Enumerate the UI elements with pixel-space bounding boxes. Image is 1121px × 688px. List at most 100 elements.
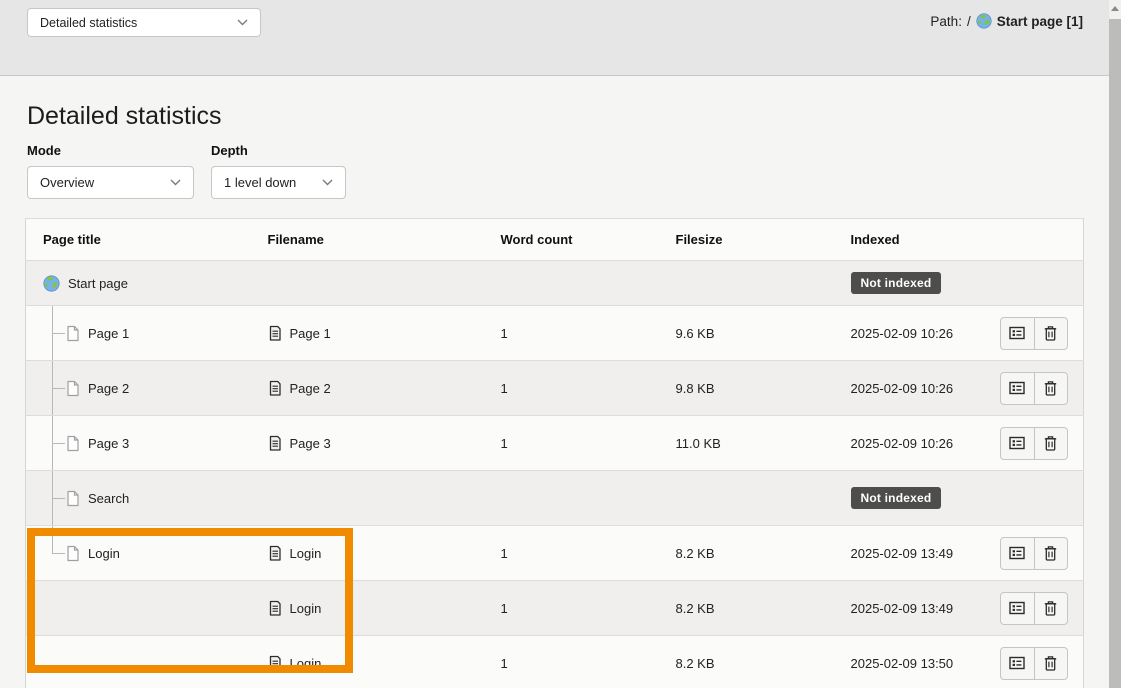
tree-connector bbox=[52, 416, 65, 470]
statistics-table: Page title Filename Word count Filesize … bbox=[25, 218, 1084, 688]
page-title-text: Page 1 bbox=[88, 326, 129, 341]
filename-text: Login bbox=[290, 656, 322, 671]
depth-select-value: 1 level down bbox=[224, 175, 296, 190]
filesize-value: 9.8 KB bbox=[659, 361, 834, 416]
word-count-value: 1 bbox=[484, 416, 659, 471]
delete-button[interactable] bbox=[1034, 318, 1067, 349]
delete-button[interactable] bbox=[1034, 428, 1067, 459]
filename-text: Login bbox=[290, 601, 322, 616]
table-row-login-3: Login 1 8.2 KB 2025-02-09 13:50 bbox=[26, 636, 1084, 688]
tree-connector bbox=[52, 361, 65, 415]
filesize-value: 11.0 KB bbox=[659, 416, 834, 471]
page-icon bbox=[66, 490, 80, 507]
details-button[interactable] bbox=[1001, 593, 1034, 624]
word-count-value: 1 bbox=[484, 636, 659, 688]
filename-text: Page 3 bbox=[290, 436, 331, 451]
table-row-page-3: Page 3 Page 3 1 11.0 KB 2025-02-09 10:26 bbox=[26, 416, 1084, 471]
depth-select[interactable]: 1 level down bbox=[211, 166, 346, 199]
breadcrumb-separator: / bbox=[967, 14, 971, 29]
app-window: Detailed statistics Path: / Start page [… bbox=[0, 0, 1121, 688]
table-row-page-2: Page 2 Page 2 1 9.8 KB 2025-02-09 10:26 bbox=[26, 361, 1084, 416]
filesize-value: 9.6 KB bbox=[659, 306, 834, 361]
page-icon bbox=[66, 435, 80, 452]
indexed-value: 2025-02-09 13:50 bbox=[834, 636, 992, 688]
word-count-value: 1 bbox=[484, 526, 659, 581]
page-title-text: Page 2 bbox=[88, 381, 129, 396]
not-indexed-badge: Not indexed bbox=[851, 272, 942, 294]
filename-text: Login bbox=[290, 546, 322, 561]
scroll-up-button[interactable] bbox=[1109, 0, 1121, 17]
page-icon bbox=[66, 380, 80, 397]
page-title-text: Start page bbox=[68, 276, 128, 291]
column-header-word-count: Word count bbox=[484, 219, 659, 261]
depth-label: Depth bbox=[211, 143, 248, 158]
page-icon bbox=[66, 545, 80, 562]
page-title-text: Search bbox=[88, 491, 129, 506]
word-count-value: 1 bbox=[484, 581, 659, 636]
delete-button[interactable] bbox=[1034, 648, 1067, 679]
details-button[interactable] bbox=[1001, 538, 1034, 569]
column-header-filename: Filename bbox=[251, 219, 484, 261]
statistics-nav-select[interactable]: Detailed statistics bbox=[27, 8, 261, 37]
table-header-row: Page title Filename Word count Filesize … bbox=[26, 219, 1084, 261]
row-actions bbox=[1000, 427, 1068, 460]
page-title: Detailed statistics bbox=[27, 100, 222, 132]
table-row-login-2: Login 1 8.2 KB 2025-02-09 13:49 bbox=[26, 581, 1084, 636]
details-button[interactable] bbox=[1001, 318, 1034, 349]
scrollbar[interactable] bbox=[1109, 0, 1121, 688]
details-button[interactable] bbox=[1001, 428, 1034, 459]
column-header-page-title: Page title bbox=[26, 219, 251, 261]
file-icon bbox=[268, 600, 282, 617]
mode-select[interactable]: Overview bbox=[27, 166, 194, 199]
indexed-value: 2025-02-09 10:26 bbox=[834, 416, 992, 471]
row-actions bbox=[1000, 592, 1068, 625]
file-icon bbox=[268, 435, 282, 452]
filename-text: Page 1 bbox=[290, 326, 331, 341]
delete-button[interactable] bbox=[1034, 538, 1067, 569]
file-icon bbox=[268, 380, 282, 397]
tree-connector bbox=[52, 471, 65, 525]
filename-text: Page 2 bbox=[290, 381, 331, 396]
row-actions bbox=[1000, 537, 1068, 570]
details-button[interactable] bbox=[1001, 648, 1034, 679]
indexed-value: 2025-02-09 13:49 bbox=[834, 581, 992, 636]
table-row-search: Search Not indexed bbox=[26, 471, 1084, 526]
globe-icon bbox=[43, 275, 60, 292]
table-row-page-1: Page 1 Page 1 1 9.6 KB 2025-02-09 10:26 bbox=[26, 306, 1084, 361]
table-row-start-page: Start page Not indexed bbox=[26, 261, 1084, 306]
filesize-value: 8.2 KB bbox=[659, 636, 834, 688]
globe-icon bbox=[976, 13, 992, 29]
word-count-value: 1 bbox=[484, 306, 659, 361]
tree-connector bbox=[52, 526, 65, 580]
column-header-indexed: Indexed bbox=[834, 219, 992, 261]
scrollbar-thumb[interactable] bbox=[1109, 19, 1121, 688]
file-icon bbox=[268, 655, 282, 672]
details-button[interactable] bbox=[1001, 373, 1034, 404]
page-title-text: Login bbox=[88, 546, 120, 561]
page-title-text: Page 3 bbox=[88, 436, 129, 451]
filesize-value: 8.2 KB bbox=[659, 526, 834, 581]
filesize-value: 8.2 KB bbox=[659, 581, 834, 636]
mode-select-value: Overview bbox=[40, 175, 94, 190]
not-indexed-badge: Not indexed bbox=[851, 487, 942, 509]
breadcrumb: Path: / Start page [1] bbox=[930, 13, 1083, 29]
indexed-value: 2025-02-09 10:26 bbox=[834, 306, 992, 361]
breadcrumb-start-page-link[interactable]: Start page [1] bbox=[997, 14, 1083, 29]
statistics-nav-select-value: Detailed statistics bbox=[40, 16, 137, 30]
page-icon bbox=[66, 325, 80, 342]
delete-button[interactable] bbox=[1034, 373, 1067, 404]
chevron-down-icon bbox=[237, 19, 248, 26]
indexed-value: 2025-02-09 13:49 bbox=[834, 526, 992, 581]
row-actions bbox=[1000, 372, 1068, 405]
column-header-actions bbox=[992, 219, 1084, 261]
column-header-filesize: Filesize bbox=[659, 219, 834, 261]
table-row-login-1: Login Login 1 8.2 KB 2025-02-09 13:49 bbox=[26, 526, 1084, 581]
breadcrumb-label: Path: bbox=[930, 14, 962, 29]
chevron-down-icon bbox=[170, 179, 181, 186]
file-icon bbox=[268, 545, 282, 562]
tree-connector bbox=[52, 306, 65, 360]
chevron-down-icon bbox=[322, 179, 333, 186]
row-actions bbox=[1000, 647, 1068, 680]
indexed-value: 2025-02-09 10:26 bbox=[834, 361, 992, 416]
delete-button[interactable] bbox=[1034, 593, 1067, 624]
